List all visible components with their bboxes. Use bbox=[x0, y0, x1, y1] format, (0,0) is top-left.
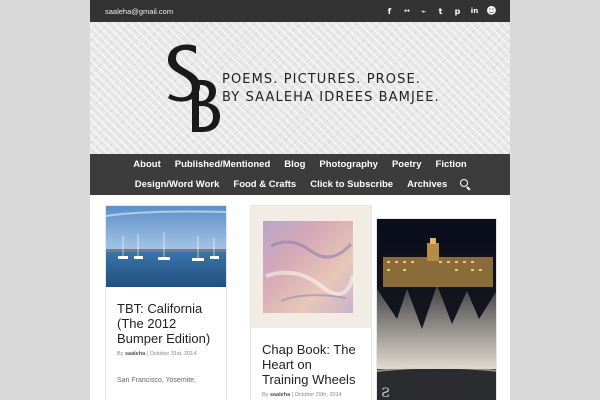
post-card: Chap Book: The Heart on Training Wheels … bbox=[250, 205, 372, 400]
svg-text:Ƨ: Ƨ bbox=[381, 386, 390, 400]
page-wrapper: saaleha@gmail.com f •• ⌁ t p in ☻ POEMS.… bbox=[90, 0, 510, 400]
nav-item-photography[interactable]: Photography bbox=[312, 159, 385, 170]
nav-item-archives[interactable]: Archives bbox=[400, 179, 454, 190]
twitter-icon[interactable]: t bbox=[432, 4, 449, 18]
nav-row-2: Design/Word Work Food & Crafts Click to … bbox=[128, 175, 472, 195]
nav-item-subscribe[interactable]: Click to Subscribe bbox=[303, 179, 400, 190]
nav-item-about[interactable]: About bbox=[126, 159, 167, 170]
post-card: TBT: California (The 2012 Bumper Edition… bbox=[105, 205, 227, 400]
smiley-icon[interactable]: ☻ bbox=[483, 4, 500, 18]
nav-row-1: About Published/Mentioned Blog Photograp… bbox=[126, 155, 473, 175]
tagline-line-1: POEMS. PICTURES. PROSE. bbox=[222, 72, 421, 87]
top-bar: saaleha@gmail.com f •• ⌁ t p in ☻ bbox=[90, 0, 510, 22]
nav-item-published[interactable]: Published/Mentioned bbox=[168, 159, 278, 170]
post-author[interactable]: saaleha bbox=[270, 392, 290, 398]
post-meta: By saaleha | October 29th, 2014 bbox=[262, 392, 342, 398]
rss-icon[interactable]: ⌁ bbox=[415, 4, 432, 18]
post-card: Ƨ bbox=[376, 218, 497, 400]
flickr-icon[interactable]: •• bbox=[398, 4, 415, 18]
post-excerpt: San Francisco, Yosemite, bbox=[117, 377, 196, 384]
post-meta: By saaleha | October 31st, 2014 bbox=[117, 351, 197, 357]
nav-item-design[interactable]: Design/Word Work bbox=[128, 179, 227, 190]
contact-email[interactable]: saaleha@gmail.com bbox=[105, 7, 173, 16]
post-date: October 31st, 2014 bbox=[149, 351, 197, 357]
post-title[interactable]: Chap Book: The Heart on Training Wheels bbox=[251, 342, 371, 387]
nav-item-blog[interactable]: Blog bbox=[277, 159, 312, 170]
post-date: October 29th, 2014 bbox=[294, 392, 342, 398]
site-logo[interactable] bbox=[162, 40, 222, 136]
post-by: By bbox=[262, 392, 269, 398]
post-by: By bbox=[117, 351, 124, 357]
post-thumbnail-chapbook[interactable] bbox=[251, 206, 372, 328]
post-thumbnail-fountain[interactable]: Ƨ bbox=[377, 219, 497, 400]
linkedin-icon[interactable]: in bbox=[466, 4, 483, 18]
tagline-line-2: BY SAALEHA IDREES BAMJEE. bbox=[222, 90, 440, 105]
nav-item-poetry[interactable]: Poetry bbox=[385, 159, 429, 170]
pinterest-icon[interactable]: p bbox=[449, 4, 466, 18]
post-author[interactable]: saaleha bbox=[125, 351, 145, 357]
nav-item-food[interactable]: Food & Crafts bbox=[226, 179, 303, 190]
posts-grid: TBT: California (The 2012 Bumper Edition… bbox=[90, 195, 510, 400]
site-tagline: POEMS. PICTURES. PROSE. BY SAALEHA IDREE… bbox=[222, 71, 440, 107]
post-thumbnail-harbor[interactable] bbox=[106, 206, 227, 287]
facebook-icon[interactable]: f bbox=[381, 4, 398, 18]
main-nav: About Published/Mentioned Blog Photograp… bbox=[90, 154, 510, 195]
site-header: POEMS. PICTURES. PROSE. BY SAALEHA IDREE… bbox=[90, 22, 510, 154]
social-links: f •• ⌁ t p in ☻ bbox=[381, 4, 500, 18]
search-icon[interactable] bbox=[460, 178, 472, 191]
post-title[interactable]: TBT: California (The 2012 Bumper Edition… bbox=[106, 301, 226, 346]
nav-item-fiction[interactable]: Fiction bbox=[429, 159, 474, 170]
